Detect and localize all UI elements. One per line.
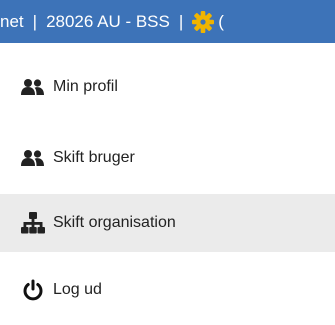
org-selector[interactable]: 28026 AU - BSS (46, 12, 170, 32)
header-segment-left[interactable]: net (0, 12, 24, 32)
user-dropdown-menu: Min profil Skift bruger Skift organisati… (0, 43, 335, 325)
menu-item-label: Min profil (53, 78, 118, 95)
menu-item-label: Skift bruger (53, 149, 135, 166)
users-icon (20, 146, 46, 170)
menu-item-label: Log ud (53, 281, 102, 298)
menu-item-skift-bruger[interactable]: Skift bruger (0, 129, 335, 187)
menu-item-log-ud[interactable]: Log ud (0, 261, 335, 319)
org-hierarchy-icon (20, 211, 46, 235)
menu-item-skift-organisation[interactable]: Skift organisation (0, 194, 335, 252)
menu-item-label: Skift organisation (53, 214, 176, 231)
header-trailing-text: ( (218, 11, 224, 31)
header-separator-2: | (178, 11, 184, 31)
gear-icon[interactable] (192, 10, 215, 33)
header-separator: | (32, 11, 38, 31)
users-icon (20, 75, 46, 99)
power-icon (20, 278, 46, 302)
top-bar: net | 28026 AU - BSS | ( (0, 0, 335, 43)
menu-item-min-profil[interactable]: Min profil (0, 58, 335, 116)
